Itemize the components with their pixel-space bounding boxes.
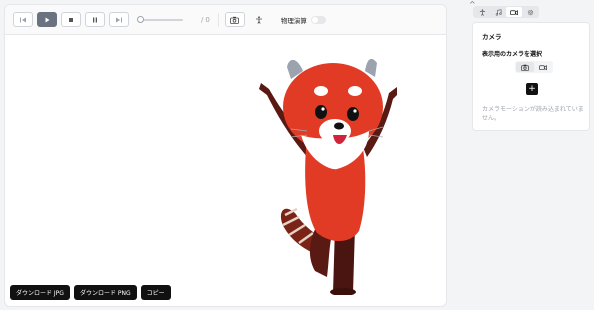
video-camera-icon (539, 64, 547, 70)
copy-button[interactable]: コピー (140, 285, 171, 300)
physics-toggle[interactable] (310, 15, 326, 24)
camera-select-label: 表示用のカメラを選択 (482, 51, 543, 58)
camera-icon (230, 16, 240, 24)
toolbar-divider (217, 12, 219, 27)
red-panda-model (259, 51, 397, 295)
person-icon (479, 8, 485, 16)
download-jpg-button[interactable]: ダウンロード JPG (10, 285, 70, 300)
seek-slider[interactable] (137, 12, 183, 27)
physics-toggle-knob (311, 16, 318, 23)
tab-music[interactable] (490, 7, 506, 17)
frame-separator: / (201, 15, 204, 24)
pause-button[interactable] (85, 12, 105, 27)
play-icon (45, 17, 50, 22)
stop-button[interactable] (61, 12, 81, 27)
model-canvas[interactable] (5, 36, 446, 306)
download-png-button[interactable]: ダウンロード PNG (73, 285, 137, 300)
music-icon (495, 8, 502, 16)
camera-mode-toggle (515, 61, 553, 73)
tab-camera[interactable] (506, 7, 522, 17)
export-actions: ダウンロード JPG ダウンロード PNG コピー (10, 285, 171, 300)
skip-start-icon (20, 17, 26, 22)
side-panel-tabs (473, 6, 539, 18)
person-icon (255, 15, 262, 24)
seek-thumb[interactable] (137, 16, 144, 23)
camera-panel: カメラ 表示用のカメラを選択 + カメラモーションが読み込まれていません。 (472, 22, 590, 131)
screenshot-button[interactable] (224, 12, 245, 27)
playback-toolbar: / 0 物理演算 (5, 5, 446, 35)
physics-label: 物理演算 (280, 16, 307, 25)
video-camera-icon (510, 9, 518, 15)
camera-mode-still[interactable] (516, 62, 534, 72)
tab-settings[interactable] (522, 7, 538, 17)
stop-icon (69, 17, 73, 22)
seek-track (139, 19, 183, 21)
pause-icon (93, 17, 97, 22)
no-camera-motion-message: カメラモーションが読み込まれていません。 (482, 106, 584, 122)
skip-end-icon (116, 17, 122, 22)
pose-button[interactable] (249, 12, 269, 27)
current-frame-field[interactable] (189, 14, 201, 25)
tab-pose[interactable] (474, 7, 490, 17)
play-button[interactable] (37, 12, 57, 27)
skip-end-button[interactable] (109, 12, 129, 27)
add-camera-button[interactable]: + (526, 83, 538, 95)
camera-mode-motion[interactable] (534, 62, 552, 72)
gear-icon (527, 9, 533, 15)
skip-start-button[interactable] (13, 12, 33, 27)
viewer-panel: / 0 物理演算 ダウンロード JPG ダウンロード PNG コピー (4, 4, 447, 307)
panel-title: カメラ (482, 33, 502, 41)
total-frames: 0 (205, 15, 210, 24)
camera-icon (521, 64, 529, 71)
